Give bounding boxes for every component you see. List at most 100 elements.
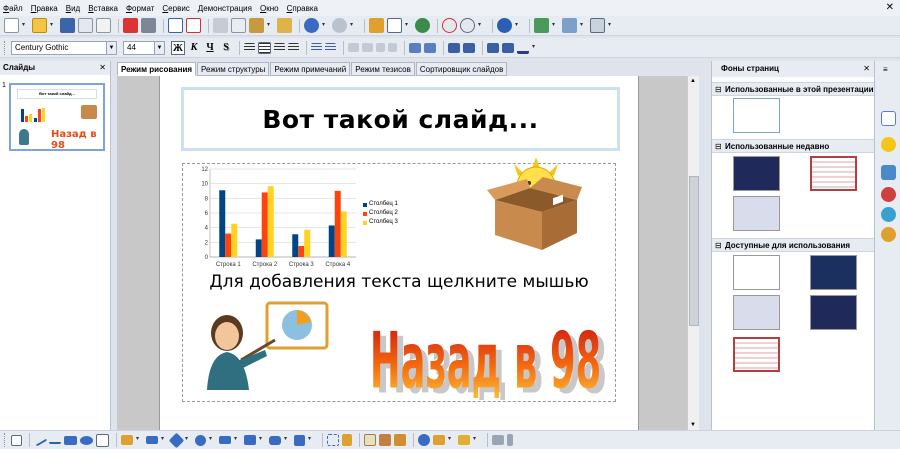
line-icon[interactable] bbox=[32, 433, 48, 447]
master-thumb-red-stripes[interactable] bbox=[810, 156, 857, 191]
spellcheck-icon[interactable] bbox=[168, 18, 183, 33]
character-icon[interactable] bbox=[487, 42, 499, 53]
layouts-tab-icon[interactable] bbox=[881, 137, 896, 152]
alignment-icon[interactable] bbox=[433, 435, 445, 445]
numbering-icon[interactable] bbox=[311, 43, 322, 52]
dropdown-arrow-icon[interactable]: ▾ bbox=[515, 21, 521, 31]
dropdown-arrow-icon[interactable]: ▾ bbox=[136, 435, 142, 445]
undo-icon[interactable] bbox=[304, 18, 319, 33]
symbol-shapes-icon[interactable] bbox=[195, 434, 206, 446]
edit-file-icon[interactable] bbox=[78, 18, 93, 33]
tab-view-3[interactable]: Режим тезисов bbox=[351, 62, 415, 76]
move-down-icon[interactable] bbox=[388, 43, 397, 52]
dropdown-arrow-icon[interactable]: ▾ bbox=[308, 435, 314, 445]
dropdown-arrow-icon[interactable]: ▾ bbox=[161, 435, 167, 445]
select-arrow-icon[interactable] bbox=[11, 434, 22, 446]
extrusion-icon[interactable] bbox=[492, 435, 504, 445]
connector-icon[interactable] bbox=[146, 436, 158, 444]
font-size-input[interactable]: 44 ▼ bbox=[123, 40, 165, 55]
scroll-up-icon[interactable]: ▲ bbox=[690, 78, 696, 84]
fontwork-icon[interactable] bbox=[364, 434, 376, 446]
bullets-icon[interactable] bbox=[325, 43, 336, 52]
stars-icon[interactable] bbox=[294, 434, 305, 446]
slide-show-icon[interactable] bbox=[590, 18, 605, 33]
dropdown-arrow-icon[interactable]: ▾ bbox=[608, 21, 614, 31]
menu-item-6[interactable]: Демонстрация bbox=[198, 4, 252, 13]
cut-icon[interactable] bbox=[213, 18, 228, 33]
increase-spacing-icon[interactable] bbox=[409, 42, 421, 53]
vertical-scrollbar[interactable]: ▲ ▼ bbox=[687, 76, 699, 430]
font-name-input[interactable]: Century Gothic ▼ bbox=[11, 40, 117, 55]
slide-thumbnail[interactable]: Вот такой слайд... Назад в 98 bbox=[9, 83, 105, 151]
master-thumb-lavender[interactable] bbox=[733, 295, 780, 330]
dropdown-arrow-icon[interactable]: ▾ bbox=[448, 435, 454, 445]
section-available[interactable]: Доступные для использования bbox=[712, 238, 875, 252]
align-center-icon[interactable] bbox=[258, 41, 271, 54]
dropdown-arrow-icon[interactable]: ▾ bbox=[473, 435, 479, 445]
basic-shapes-icon[interactable] bbox=[168, 432, 185, 448]
decrease-font-icon[interactable] bbox=[463, 42, 475, 53]
slide-layout-icon[interactable] bbox=[562, 18, 577, 33]
show-draw-functions-icon[interactable] bbox=[442, 18, 457, 33]
sidebar-menu-icon[interactable]: ≡ bbox=[883, 65, 888, 74]
zoom-icon[interactable] bbox=[460, 18, 475, 33]
dropdown-arrow-icon[interactable]: ▾ bbox=[552, 21, 558, 31]
export-pdf-icon[interactable] bbox=[123, 18, 138, 33]
tab-view-4[interactable]: Сортировщик слайдов bbox=[415, 62, 508, 76]
dropdown-arrow-icon[interactable]: ▾ bbox=[532, 43, 538, 53]
clone-formatting-icon[interactable] bbox=[277, 18, 292, 33]
master-thumb-dark-blue-2[interactable] bbox=[810, 295, 857, 330]
dropdown-arrow-icon[interactable]: ▾ bbox=[350, 21, 356, 31]
menu-item-7[interactable]: Окно bbox=[260, 4, 279, 13]
chevron-down-icon[interactable]: ▼ bbox=[154, 41, 164, 54]
rectangle-icon[interactable] bbox=[64, 435, 77, 445]
dropdown-arrow-icon[interactable]: ▾ bbox=[234, 435, 240, 445]
shadow-button[interactable]: S bbox=[219, 41, 233, 55]
dropdown-arrow-icon[interactable]: ▾ bbox=[259, 435, 265, 445]
align-left-icon[interactable] bbox=[244, 43, 255, 52]
master-thumb-white[interactable] bbox=[733, 255, 780, 290]
table-icon[interactable] bbox=[387, 18, 402, 33]
slide-title-box[interactable]: Вот такой слайд... bbox=[181, 87, 620, 151]
move-up-icon[interactable] bbox=[376, 43, 385, 52]
section-used-in-presentation[interactable]: Использованные в этой презентации bbox=[712, 82, 875, 96]
master-pages-tab-icon[interactable] bbox=[881, 111, 896, 126]
toolbar-options-icon[interactable] bbox=[507, 434, 513, 446]
menu-item-2[interactable]: Вид bbox=[66, 4, 80, 13]
dropdown-arrow-icon[interactable]: ▾ bbox=[185, 435, 191, 445]
block-arrows-icon[interactable] bbox=[219, 436, 231, 444]
menu-item-3[interactable]: Вставка bbox=[88, 4, 118, 13]
dropdown-arrow-icon[interactable]: ▾ bbox=[478, 21, 484, 31]
master-thumb-red-stripes-2[interactable] bbox=[733, 337, 780, 372]
paragraph-icon[interactable] bbox=[502, 42, 514, 53]
align-right-icon[interactable] bbox=[274, 43, 285, 52]
menu-item-5[interactable]: Сервис bbox=[162, 4, 189, 13]
close-document-icon[interactable]: ✕ bbox=[886, 2, 894, 13]
tab-view-1[interactable]: Режим структуры bbox=[197, 62, 270, 76]
demote-icon[interactable] bbox=[362, 43, 373, 52]
decrease-spacing-icon[interactable] bbox=[424, 42, 436, 53]
font-color-icon[interactable] bbox=[517, 42, 529, 54]
dropdown-arrow-icon[interactable]: ▾ bbox=[22, 21, 28, 31]
master-thumb-dark-blue[interactable] bbox=[733, 156, 780, 191]
menu-item-1[interactable]: Правка bbox=[31, 4, 58, 13]
dropdown-arrow-icon[interactable]: ▾ bbox=[50, 21, 56, 31]
copy-icon[interactable] bbox=[231, 18, 246, 33]
dropdown-arrow-icon[interactable]: ▾ bbox=[267, 21, 273, 31]
navigator-icon[interactable] bbox=[415, 18, 430, 33]
slide-transition-tab-icon[interactable] bbox=[881, 207, 896, 222]
promote-icon[interactable] bbox=[348, 43, 359, 52]
ellipse-icon[interactable] bbox=[80, 435, 93, 445]
master-thumb-blue-grid[interactable] bbox=[733, 196, 780, 231]
menu-item-4[interactable]: Формат bbox=[126, 4, 154, 13]
custom-animation-tab-icon[interactable] bbox=[881, 187, 896, 202]
open-folder-icon[interactable] bbox=[32, 18, 47, 33]
close-icon[interactable]: ✕ bbox=[99, 61, 106, 75]
bold-button[interactable]: Ж bbox=[171, 40, 185, 55]
curve-icon[interactable] bbox=[121, 435, 133, 445]
from-file-icon[interactable] bbox=[379, 434, 391, 446]
print-icon[interactable] bbox=[141, 18, 156, 33]
dropdown-arrow-icon[interactable]: ▾ bbox=[322, 21, 328, 31]
master-thumb-navy[interactable] bbox=[810, 255, 857, 290]
redo-icon[interactable] bbox=[332, 18, 347, 33]
